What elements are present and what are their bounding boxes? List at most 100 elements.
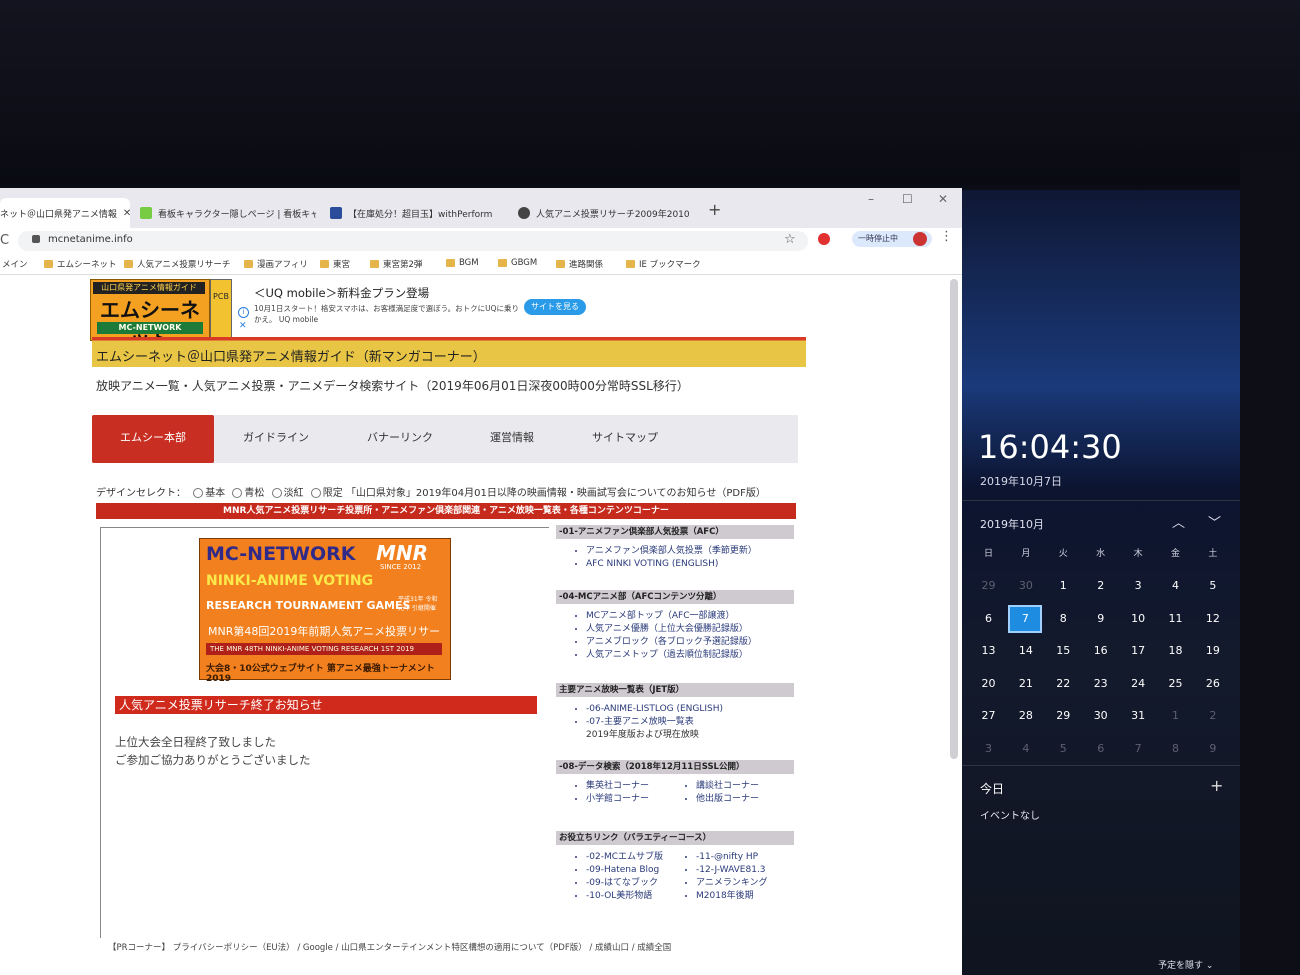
bookmark-item[interactable]: BGM [446, 258, 479, 268]
ad-info-icon[interactable]: i [238, 307, 249, 318]
calendar-day[interactable]: 27 [970, 704, 1007, 728]
nav-guideline[interactable]: ガイドライン [224, 415, 328, 463]
calendar-day[interactable]: 28 [1007, 704, 1044, 728]
calendar-day[interactable]: 1 [1045, 574, 1082, 598]
chevron-up-icon[interactable]: ︿ [1172, 512, 1185, 531]
list-link[interactable]: -07-主要アニメ放映一覧表 [586, 716, 794, 729]
list-link[interactable]: アニメファン倶楽部人気投票（季節更新） [586, 545, 794, 558]
list-link[interactable]: AFC NINKI VOTING (ENGLISH) [586, 558, 794, 571]
list-link[interactable]: アニメランキング [696, 877, 786, 890]
calendar-day[interactable]: 6 [1082, 737, 1119, 761]
calendar-day[interactable]: 31 [1120, 704, 1157, 728]
nav-home[interactable]: エムシー本部 [92, 415, 214, 463]
list-link[interactable]: 講談社コーナー [696, 780, 786, 793]
calendar-day[interactable]: 12 [1194, 607, 1231, 631]
bookmark-item[interactable]: 東宮 [320, 258, 350, 270]
calendar-day[interactable]: 23 [1082, 672, 1119, 696]
url-text[interactable]: mcnetanime.info [48, 234, 133, 245]
calendar-day[interactable]: 29 [970, 574, 1007, 598]
list-link[interactable]: -02-MCエムサブ版 [586, 851, 676, 864]
calendar-day[interactable]: 18 [1157, 639, 1194, 663]
ad-close-icon[interactable]: ✕ [239, 321, 247, 331]
bookmark-item[interactable]: IE ブックマーク [626, 258, 701, 270]
clock-date[interactable]: 2019年10月7日 [980, 473, 1062, 489]
nav-sitemap[interactable]: サイトマップ [572, 415, 678, 463]
calendar-day[interactable]: 8 [1045, 607, 1082, 631]
bookmark-item[interactable]: GBGM [498, 258, 537, 268]
calendar-day[interactable]: 6 [970, 607, 1007, 631]
radio-tanko[interactable] [271, 488, 282, 498]
radio-basic[interactable] [193, 488, 204, 498]
ad-cta-button[interactable]: サイトを見る [524, 299, 586, 315]
calendar-day[interactable]: 4 [1157, 574, 1194, 598]
radio-aomatsu[interactable] [232, 488, 243, 498]
list-link[interactable]: 小学館コーナー [586, 793, 676, 806]
tab-close-icon[interactable]: ✕ [123, 208, 130, 219]
close-window-icon[interactable]: ✕ [938, 192, 948, 206]
calendar-day[interactable]: 3 [970, 737, 1007, 761]
radio-limited[interactable] [310, 488, 321, 498]
maximize-icon[interactable]: ☐ [902, 192, 913, 206]
calendar-day[interactable]: 14 [1007, 639, 1044, 663]
calendar-day[interactable]: 2 [1082, 574, 1119, 598]
calendar-day[interactable]: 19 [1194, 639, 1231, 663]
bookmark-item[interactable]: 東宮第2弾 [370, 258, 422, 270]
calendar-day[interactable]: 30 [1007, 574, 1044, 598]
hide-schedule-button[interactable]: 予定を隠す ⌄ [1158, 958, 1213, 971]
chevron-down-icon[interactable]: ﹀ [1208, 512, 1221, 531]
calendar-day[interactable]: 13 [970, 639, 1007, 663]
tab-kanban[interactable]: 看板キャラクター隠しページ | 看板キャ ✕ [140, 198, 316, 228]
calendar-day[interactable]: 9 [1194, 737, 1231, 761]
calendar-day[interactable]: 5 [1045, 737, 1082, 761]
calendar-day[interactable]: 30 [1082, 704, 1119, 728]
ad-title[interactable]: ＜UQ mobile＞新料金プラン登場 [254, 285, 429, 301]
ad-banner[interactable]: ＜UQ mobile＞新料金プラン登場 10月1日スタート！格安スマホは、お客様… [236, 283, 602, 335]
list-link[interactable]: MCアニメ部トップ（AFC一部譲渡） [586, 610, 794, 623]
reload-icon[interactable]: C [0, 233, 9, 248]
menu-dots-icon[interactable]: ⋮ [940, 229, 953, 244]
movie-notice-link[interactable]: 「山口県対象」2019年04月01日以降の映画情報・映画試写会についてのお知らせ… [346, 488, 766, 499]
list-link[interactable]: 人気アニメ優勝（上位大会優勝記録版） [586, 623, 794, 636]
calendar-day[interactable]: 20 [970, 672, 1007, 696]
calendar-day[interactable]: 22 [1045, 672, 1082, 696]
calendar-day[interactable]: 7 [1120, 737, 1157, 761]
list-link[interactable]: 人気アニメトップ（過去順位制記録版） [586, 649, 794, 662]
list-link[interactable]: -12-J-WAVE81.3 [696, 864, 786, 877]
calendar-day[interactable]: 29 [1045, 704, 1082, 728]
calendar-day[interactable]: 10 [1120, 607, 1157, 631]
bookmark-item[interactable]: 人気アニメ投票リサーチ [124, 258, 230, 270]
calendar-day[interactable]: 15 [1045, 639, 1082, 663]
profile-avatar[interactable] [913, 232, 927, 246]
month-label[interactable]: 2019年10月 [980, 516, 1044, 532]
list-link[interactable]: 集英社コーナー [586, 780, 676, 793]
calendar-day[interactable]: 21 [1007, 672, 1044, 696]
calendar-day[interactable]: 4 [1007, 737, 1044, 761]
omnibox[interactable]: mcnetanime.info ☆ [18, 231, 808, 251]
bookmark-item[interactable]: 進路関係 [556, 258, 603, 270]
list-link[interactable]: アニメブロック（各ブロック予選記録版） [586, 636, 794, 649]
list-link[interactable]: -10-OL美形物語 [586, 890, 676, 903]
add-event-icon[interactable]: + [1210, 776, 1223, 795]
list-link[interactable]: M2018年後期 [696, 890, 786, 903]
minimize-icon[interactable]: – [868, 192, 874, 206]
extension-icon[interactable] [818, 233, 830, 245]
calendar-day[interactable]: 2 [1194, 704, 1231, 728]
calendar-day[interactable]: 25 [1157, 672, 1194, 696]
bookmark-item[interactable]: エムシーネット [44, 258, 117, 270]
nav-banner-link[interactable]: バナーリンク [348, 415, 452, 463]
mnr-voting-banner[interactable]: MC-NETWORK MNR SINCE 2012 NINKI-ANIME VO… [199, 538, 451, 684]
calendar-day[interactable]: 5 [1194, 574, 1231, 598]
tab-zaiko[interactable]: 【在庫処分！超目玉】withPerform [330, 198, 506, 228]
bookmark-item[interactable]: 漫画アフィリ [244, 258, 308, 270]
calendar-day[interactable]: 3 [1120, 574, 1157, 598]
list-link[interactable]: 他出版コーナー [696, 793, 786, 806]
calendar-day[interactable]: 9 [1082, 607, 1119, 631]
nav-about[interactable]: 運営情報 [464, 415, 560, 463]
calendar-day[interactable]: 24 [1120, 672, 1157, 696]
calendar-day[interactable]: 17 [1120, 639, 1157, 663]
list-link[interactable]: -09-Hatena Blog [586, 864, 676, 877]
list-link[interactable]: -09-はてなブック [586, 877, 676, 890]
calendar-day[interactable]: 11 [1157, 607, 1194, 631]
scrollbar[interactable] [950, 279, 958, 759]
calendar-day[interactable]: 8 [1157, 737, 1194, 761]
